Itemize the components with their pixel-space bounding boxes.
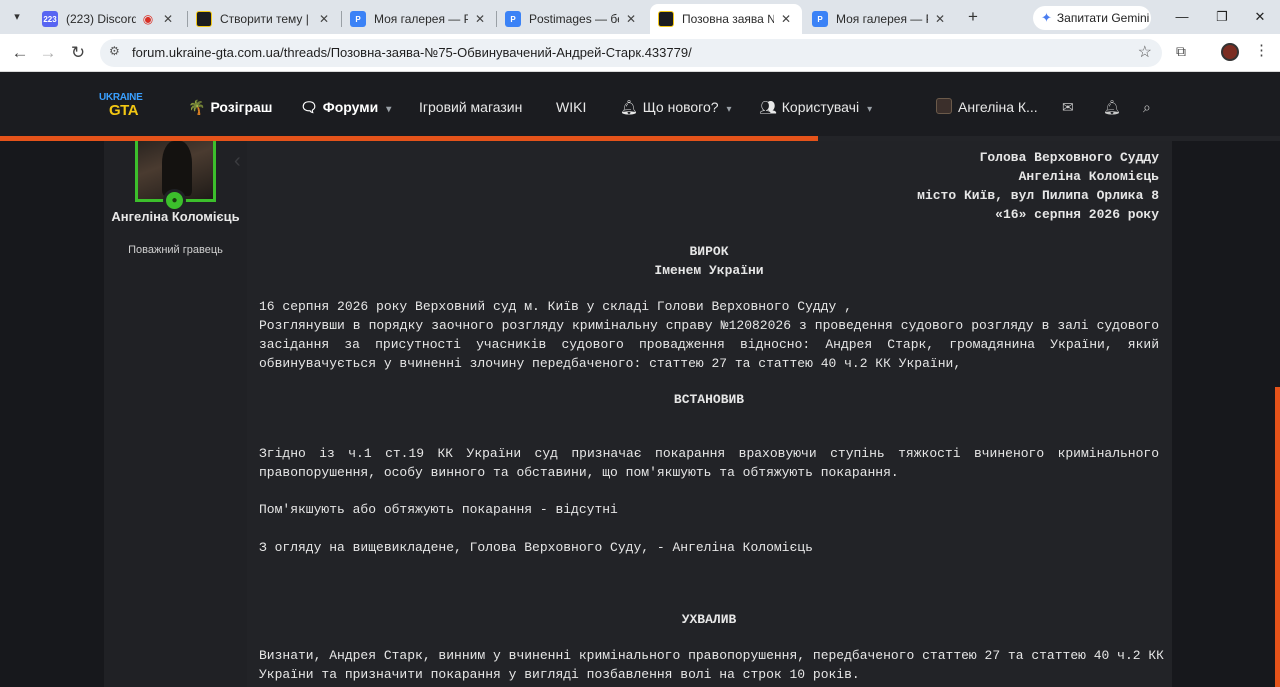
profile-avatar-icon[interactable] <box>1221 43 1239 61</box>
nav-users[interactable]: 👥︎ Користувачі ▾ <box>759 99 872 116</box>
envelope-icon[interactable]: ✉ <box>1062 99 1074 116</box>
chevron-down-icon[interactable]: ▾ <box>727 104 732 115</box>
postimages-icon: P <box>505 11 521 27</box>
forward-arrow-icon[interactable]: → <box>36 41 60 65</box>
nav-forums[interactable]: 🗨 Форуми ▾ <box>300 99 391 116</box>
browser-tab-gallery[interactable]: P Моя галерея — Posti ✕ <box>342 4 496 34</box>
nav-label: Форуми <box>322 99 379 115</box>
new-tab-plus-icon[interactable]: + <box>962 6 984 28</box>
decided-title: УХВАЛИВ <box>681 612 737 627</box>
gemini-label: Запитати Gemini <box>1056 11 1150 25</box>
avatar-figure <box>162 141 192 196</box>
account-avatar[interactable] <box>936 98 952 114</box>
main-navigation: 🌴 Розіграш 🗨 Форуми ▾ Ігровий магазин WIKI … <box>0 72 1280 138</box>
nav-whats-new[interactable]: 🔔︎ Що нового? ▾ <box>620 99 732 116</box>
established-title: ВСТАНОВИВ <box>673 392 745 407</box>
search-icon[interactable]: ⌕ <box>1143 99 1151 116</box>
window-close-icon[interactable]: ✕ <box>1240 4 1280 30</box>
verdict-subtitle: Іменем України <box>654 263 764 278</box>
chevron-down-icon[interactable]: ▾ <box>867 104 872 115</box>
browser-toolbar: ← → ↻ ⚙ forum.ukraine-gta.com.ua/threads… <box>0 34 1280 72</box>
alerts-bell-icon[interactable]: 🔔︎ <box>1103 99 1121 116</box>
nav-label: Розіграш <box>210 99 273 115</box>
doc-header-line: Ангеліна Коломієць <box>1018 169 1159 184</box>
account-menu[interactable]: Ангеліна К... <box>958 99 1038 115</box>
tab-title: Створити тему | UKR/ <box>220 12 312 26</box>
tab-title: Позовна заява №75 ( <box>682 12 774 26</box>
record-icon: ◉ <box>142 12 154 26</box>
close-icon[interactable]: ✕ <box>778 12 794 26</box>
postimages-icon: P <box>350 11 366 27</box>
back-arrow-icon[interactable]: ← <box>8 41 32 65</box>
close-icon[interactable]: ✕ <box>623 12 639 26</box>
browser-tab-lawsuit-active[interactable]: Позовна заява №75 ( ✕ <box>650 4 802 34</box>
nav-label: Що нового? <box>642 99 719 115</box>
tab-title: (223) Discord | 🎬 <box>66 12 136 26</box>
page-scrollbar-thumb[interactable] <box>1275 387 1280 687</box>
close-icon[interactable]: ✕ <box>160 12 176 26</box>
doc-header-line: місто Київ, вул Пилипа Орлика 8 <box>917 188 1159 203</box>
tab-title: Моя галерея — Posti <box>374 12 468 26</box>
account-name: Ангеліна К... <box>958 99 1038 115</box>
address-bar[interactable]: ⚙ forum.ukraine-gta.com.ua/threads/Позов… <box>100 39 1162 67</box>
chevron-down-icon[interactable]: ▾ <box>386 104 391 115</box>
considering-line: З огляду на вищевикладене, Голова Верхов… <box>259 540 813 555</box>
extensions-puzzle-icon[interactable]: ⧉ <box>1176 43 1186 60</box>
intro-line: 16 серпня 2026 року Верховний суд м. Киї… <box>259 299 852 314</box>
decided-paragraph-line: Визнати, Андрея Старк, винним у вчиненні… <box>259 648 1164 663</box>
post-body <box>247 141 1172 687</box>
minimize-icon[interactable]: — <box>1162 4 1202 30</box>
maximize-icon[interactable]: ❐ <box>1202 4 1242 30</box>
url-text[interactable]: forum.ukraine-gta.com.ua/threads/Позовна… <box>132 45 692 60</box>
close-icon[interactable]: ✕ <box>932 12 948 26</box>
tab-title: Моя галерея — Posti <box>836 12 928 26</box>
tab-search-chevron-icon[interactable]: ▾ <box>6 6 28 28</box>
nav-label: Ігровий магазин <box>419 99 523 115</box>
author-username[interactable]: Ангеліна Коломієць <box>104 208 247 226</box>
established-paragraph: Згідно із ч.1 ст.19 КК України суд призн… <box>259 446 1159 480</box>
nav-wiki[interactable]: WIKI <box>556 99 586 115</box>
site-icon <box>196 11 212 27</box>
nav-giveaway[interactable]: 🌴 Розіграш <box>188 99 272 116</box>
browser-tab-postimages[interactable]: P Postimages — безко ✕ <box>497 4 647 34</box>
close-icon[interactable]: ✕ <box>472 12 488 26</box>
browser-tab-create-topic[interactable]: Створити тему | UKR/ ✕ <box>188 4 340 34</box>
browser-tab-discord[interactable]: 223 (223) Discord | 🎬 ◉ ✕ <box>34 4 184 34</box>
nav-label: WIKI <box>556 99 587 115</box>
decided-paragraph-line: України та призначити покарання у вигляд… <box>259 667 860 682</box>
bookmark-star-icon[interactable]: ☆ <box>1138 42 1152 62</box>
browser-tab-strip: ▾ 223 (223) Discord | 🎬 ◉ ✕ Створити тем… <box>0 0 1280 34</box>
site-info-icon[interactable]: ⚙ <box>109 44 120 58</box>
post-arrow-icon: ‹ <box>234 150 241 172</box>
verdict-title: ВИРОК <box>689 244 729 259</box>
reload-icon[interactable]: ↻ <box>66 41 90 65</box>
doc-header-line: Голова Верховного Судду <box>979 150 1159 165</box>
intro-paragraph: Розглянувши в порядку заочного розгляду … <box>259 318 1159 371</box>
browser-tab-gallery-2[interactable]: P Моя галерея — Posti ✕ <box>804 4 956 34</box>
bell-icon: 🔔︎ <box>620 99 638 115</box>
nav-shop[interactable]: Ігровий магазин <box>419 99 522 115</box>
mitigating-line: Пом'якшують або обтяжують покарання - ві… <box>259 502 618 517</box>
ask-gemini-button[interactable]: ✦ Запитати Gemini <box>1033 6 1151 30</box>
discord-icon: 223 <box>42 11 58 27</box>
palm-tree-icon: 🌴 <box>188 99 206 115</box>
postimages-icon: P <box>812 11 828 27</box>
tab-title: Postimages — безко <box>529 12 619 26</box>
site-icon <box>658 11 674 27</box>
author-user-title: Поважний гравець <box>128 244 223 256</box>
close-icon[interactable]: ✕ <box>316 12 332 26</box>
nav-label: Користувачі <box>781 99 860 115</box>
doc-header-line: «16» серпня 2026 року <box>995 207 1159 222</box>
gemini-sparkle-icon: ✦ <box>1041 10 1052 25</box>
discord-badge: 223 <box>43 14 57 24</box>
users-icon: 👥︎ <box>759 99 777 115</box>
browser-menu-icon[interactable]: ⋮ <box>1254 41 1269 59</box>
speech-bubble-icon: 🗨 <box>300 99 318 115</box>
